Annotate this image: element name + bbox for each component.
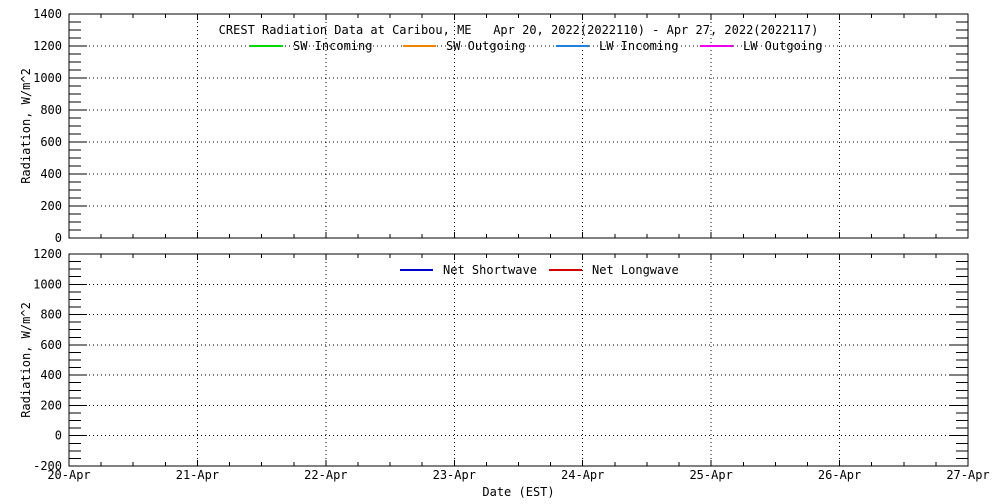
chart-title: CREST Radiation Data at Caribou, ME Apr … — [219, 23, 819, 37]
x-axis-label: Date (EST) — [482, 485, 554, 499]
y-tick-label: 200 — [40, 398, 62, 412]
y-tick-label: 600 — [40, 338, 62, 352]
x-tick-label: 26-Apr — [818, 468, 861, 482]
x-tick-label: 27-Apr — [946, 468, 989, 482]
y-tick-label: 1200 — [33, 247, 62, 261]
y-tick-label: 800 — [40, 103, 62, 117]
x-tick-label: 21-Apr — [176, 468, 219, 482]
y-tick-label: 400 — [40, 368, 62, 382]
y-axis-label: Radiation, W/m^2 — [19, 302, 33, 418]
y-tick-label: 1000 — [33, 277, 62, 291]
y-tick-label: 1400 — [33, 7, 62, 21]
y-tick-label: 0 — [55, 429, 62, 443]
legend-label: Net Longwave — [592, 263, 679, 277]
legend-label: Net Shortwave — [443, 263, 537, 277]
legend-label: SW Incoming — [293, 39, 372, 53]
legend-label: SW Outgoing — [446, 39, 525, 53]
y-tick-label: 400 — [40, 167, 62, 181]
x-tick-label: 25-Apr — [689, 468, 732, 482]
x-tick-label: 20-Apr — [47, 468, 90, 482]
legend-label: LW Outgoing — [743, 39, 822, 53]
radiation-chart-svg: 0 200 400 600 800 1000 1200 1400 Radiation, W/m^… — [0, 0, 1000, 500]
radiation-figure: 0 200 400 600 800 1000 1200 1400 Radiation, W/m^… — [0, 0, 1000, 500]
x-tick-label: 22-Apr — [304, 468, 347, 482]
y-axis-label: Radiation, W/m^2 — [19, 68, 33, 184]
y-tick-label: 200 — [40, 199, 62, 213]
plot-border — [69, 254, 968, 466]
y-tick-label: 800 — [40, 308, 62, 322]
x-tick-label: 24-Apr — [561, 468, 604, 482]
y-tick-label: 0 — [55, 231, 62, 245]
y-tick-label: 1200 — [33, 39, 62, 53]
legend-label: LW Incoming — [599, 39, 678, 53]
y-tick-label: 600 — [40, 135, 62, 149]
y-tick-label: 1000 — [33, 71, 62, 85]
x-tick-label: 23-Apr — [433, 468, 476, 482]
